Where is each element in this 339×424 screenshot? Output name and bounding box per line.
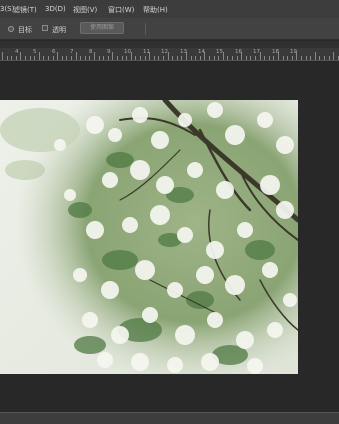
ruler-tick <box>264 56 266 60</box>
ruler-tick <box>305 56 307 60</box>
ruler-tick <box>158 56 160 60</box>
ruler-tick <box>66 56 68 60</box>
ruler-tick <box>6 56 8 60</box>
ruler-tick <box>11 56 13 60</box>
ruler-tick <box>140 56 141 60</box>
ruler-label: 13 <box>180 49 187 55</box>
ruler-tick <box>324 56 325 60</box>
cherry-blossom-image <box>0 100 298 374</box>
ruler-tick <box>29 56 31 60</box>
ruler-label: 15 <box>216 49 223 55</box>
ruler-tick <box>268 56 270 60</box>
ruler-tick <box>287 56 289 60</box>
horizontal-ruler[interactable]: 4 5 6 7 8 9 10 11 12 13 14 15 16 17 18 1… <box>0 48 339 61</box>
menu-filter[interactable]: 滤镜(T) <box>13 5 37 15</box>
ruler-tick <box>20 52 22 60</box>
ruler-tick <box>34 56 36 60</box>
ruler-tick <box>135 56 137 60</box>
ruler-label: 19 <box>290 49 297 55</box>
ruler-label: 16 <box>235 49 242 55</box>
ruler-tick <box>181 56 183 60</box>
ruler-label: 5 <box>33 49 37 55</box>
ruler-tick <box>57 52 59 60</box>
ruler-tick <box>121 56 123 60</box>
ruler-label: 8 <box>89 49 93 55</box>
target-radio[interactable] <box>8 26 14 32</box>
ruler-tick <box>190 56 192 60</box>
ruler-tick <box>2 52 3 60</box>
ruler-tick <box>103 56 105 60</box>
tab-strip <box>0 41 339 48</box>
ruler-tick <box>282 56 284 60</box>
ruler-tick <box>310 56 312 60</box>
ruler-label: 11 <box>143 49 150 55</box>
ruler-tick <box>314 52 316 60</box>
ruler-tick <box>71 56 72 60</box>
ruler-tick <box>61 56 63 60</box>
menu-window[interactable]: 窗口(W) <box>108 5 134 15</box>
menu-help[interactable]: 帮助(H) <box>143 5 168 15</box>
ruler-tick <box>245 56 247 60</box>
ruler-label: 7 <box>70 49 74 55</box>
ruler-label: 9 <box>107 49 111 55</box>
ruler-tick <box>176 56 178 60</box>
transparent-checkbox[interactable] <box>42 25 48 31</box>
ruler-tick <box>98 56 100 60</box>
ruler-tick <box>255 56 256 60</box>
ruler-label: 4 <box>15 49 19 55</box>
ruler-tick <box>75 52 77 60</box>
ruler-tick <box>52 56 54 60</box>
ruler-tick <box>328 56 330 60</box>
ruler-tick <box>227 56 229 60</box>
ruler-tick <box>43 56 45 60</box>
ruler-tick <box>319 56 321 60</box>
ruler-tick <box>172 56 174 60</box>
ruler-tick <box>163 56 164 60</box>
ruler-tick <box>38 52 40 60</box>
ruler-tick <box>25 56 26 60</box>
options-bar: 目标 透明 使用图案 <box>0 18 339 40</box>
ruler-tick <box>218 56 220 60</box>
ruler-tick <box>291 56 293 60</box>
ruler-tick <box>209 56 210 60</box>
status-bar <box>0 412 339 424</box>
options-divider <box>145 23 146 35</box>
canvas-image[interactable] <box>0 100 298 374</box>
ruler-tick <box>153 56 155 60</box>
menu-view[interactable]: 视图(V) <box>73 5 97 15</box>
ruler-label: 17 <box>253 49 260 55</box>
ruler-label: 14 <box>198 49 205 55</box>
ruler-tick <box>48 56 49 60</box>
ruler-tick <box>15 56 17 60</box>
transparent-label: 透明 <box>52 26 66 34</box>
ruler-tick <box>250 56 252 60</box>
ruler-tick <box>112 52 114 60</box>
ruler-label: 12 <box>161 49 168 55</box>
ruler-tick <box>126 56 128 60</box>
ruler-tick <box>84 56 86 60</box>
ruler-tick <box>273 56 275 60</box>
ruler-tick <box>89 56 91 60</box>
ruler-tick <box>117 56 118 60</box>
ruler-tick <box>213 56 215 60</box>
ruler-label: 18 <box>272 49 279 55</box>
ruler-label: 6 <box>52 49 56 55</box>
ruler-tick <box>80 56 82 60</box>
target-label: 目标 <box>18 26 32 34</box>
ruler-tick <box>333 52 335 60</box>
ruler-tick <box>94 52 95 60</box>
ruler-tick <box>301 56 302 60</box>
ruler-tick <box>232 56 233 60</box>
ruler-tick <box>236 56 238 60</box>
use-pattern-button[interactable]: 使用图案 <box>80 22 124 34</box>
ruler-tick <box>107 56 109 60</box>
ruler-tick <box>144 56 146 60</box>
menu-bar: 3(S) 滤镜(T) 3D(D) 视图(V) 窗口(W) 帮助(H) <box>0 0 339 18</box>
ruler-tick <box>195 56 197 60</box>
menu-3d[interactable]: 3D(D) <box>45 5 66 13</box>
ruler-label: 10 <box>124 49 131 55</box>
ruler-tick <box>199 56 201 60</box>
